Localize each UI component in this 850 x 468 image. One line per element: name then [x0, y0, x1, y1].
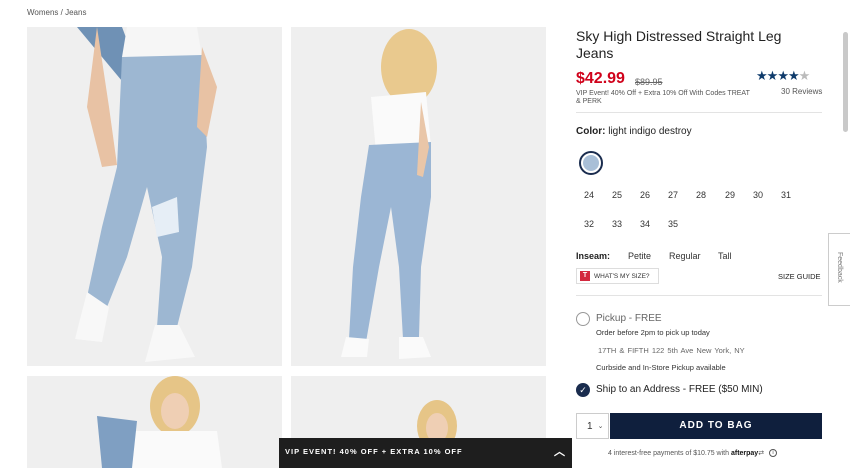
whats-my-size-label: WHAT'S MY SIZE? — [594, 272, 650, 280]
product-image-1[interactable] — [27, 27, 282, 366]
whats-my-size-button[interactable]: T WHAT'S MY SIZE? — [576, 268, 659, 284]
size-option-34[interactable]: 34 — [635, 219, 655, 229]
star-icon: ★ — [787, 68, 800, 83]
size-option-26[interactable]: 26 — [635, 190, 655, 200]
color-swatch-light-indigo[interactable] — [579, 151, 603, 175]
color-label-key: Color: — [576, 126, 606, 137]
product-image-2[interactable] — [291, 27, 546, 366]
breadcrumb-womens[interactable]: Womens — [27, 8, 58, 17]
star-rating[interactable]: ★★★★★ — [756, 68, 811, 84]
chevron-up-icon[interactable]: ︿ — [554, 438, 566, 466]
divider — [576, 112, 822, 113]
size-option-33[interactable]: 33 — [607, 219, 627, 229]
pickup-radio[interactable] — [576, 312, 590, 326]
inseam-regular[interactable]: Regular — [669, 251, 701, 261]
product-title: Sky High Distressed Straight Leg Jeans — [576, 28, 782, 61]
add-to-bag-button[interactable]: ADD TO BAG — [610, 413, 822, 439]
size-option-27[interactable]: 27 — [663, 190, 683, 200]
afterpay-note: 4 interest-free payments of $10.75 with … — [608, 449, 778, 458]
feedback-label: Feedback — [836, 252, 843, 283]
promo-banner[interactable]: VIP EVENT! 40% OFF + EXTRA 10% OFF ︿ — [279, 438, 572, 468]
size-option-35[interactable]: 35 — [663, 219, 683, 229]
size-option-25[interactable]: 25 — [607, 190, 627, 200]
breadcrumb-jeans[interactable]: Jeans — [65, 8, 86, 17]
size-option-32[interactable]: 32 — [579, 219, 599, 229]
feedback-tab[interactable]: Feedback — [828, 233, 850, 306]
ship-radio[interactable]: ✓ — [576, 383, 590, 397]
ship-title[interactable]: Ship to an Address - FREE ($50 MIN) — [596, 384, 763, 395]
pickup-curbside-note: Curbside and In-Store Pickup available — [596, 363, 726, 372]
size-option-30[interactable]: 30 — [748, 190, 768, 200]
color-label: Color: light indigo destroy — [576, 126, 692, 137]
size-option-31[interactable]: 31 — [776, 190, 796, 200]
star-icon: ★ — [777, 68, 789, 83]
afterpay-text: 4 interest-free payments of $10.75 with — [608, 450, 730, 457]
swatch-fill — [583, 155, 599, 171]
original-price: $89.95 — [635, 77, 663, 87]
size-option-28[interactable]: 28 — [691, 190, 711, 200]
afterpay-logo: afterpay — [730, 450, 759, 457]
pickup-store-address[interactable]: 17TH & FIFTH 122 5th Ave New York, NY — [598, 346, 745, 355]
quantity-value: 1 — [587, 420, 593, 432]
divider — [576, 295, 822, 296]
model-jeans-back-image — [291, 27, 546, 366]
info-icon[interactable]: i — [769, 449, 778, 458]
star-icon: ★ — [766, 68, 779, 83]
half-star-icon: ★ — [798, 68, 811, 83]
inseam-petite[interactable]: Petite — [628, 251, 651, 261]
model-denim-jacket-image — [27, 376, 282, 468]
size-option-29[interactable]: 29 — [720, 190, 740, 200]
promo-banner-text: VIP EVENT! 40% OFF + EXTRA 10% OFF — [285, 447, 463, 456]
size-guide-link[interactable]: SIZE GUIDE — [778, 272, 821, 281]
inseam-label: Inseam: — [576, 251, 611, 261]
product-image-3[interactable] — [27, 376, 282, 468]
true-fit-icon: T — [580, 271, 590, 281]
size-option-24[interactable]: 24 — [579, 190, 599, 200]
breadcrumb: Womens / Jeans — [27, 8, 86, 17]
reviews-link[interactable]: 30 Reviews — [781, 87, 822, 96]
afterpay-logo-mark: ⇄ — [758, 450, 765, 457]
promo-text: VIP Event! 40% Off + Extra 10% Off With … — [576, 90, 750, 105]
scrollbar[interactable] — [843, 32, 848, 132]
quantity-select[interactable]: 1 ⌄ — [576, 413, 609, 439]
star-icon: ★ — [756, 68, 768, 83]
pickup-title[interactable]: Pickup - FREE — [596, 313, 662, 324]
color-value: light indigo destroy — [608, 126, 692, 137]
chevron-down-icon: ⌄ — [597, 423, 604, 430]
pickup-subtitle: Order before 2pm to pick up today — [596, 328, 710, 337]
sale-price: $42.99 — [576, 70, 625, 87]
model-jeans-front-image — [27, 27, 282, 366]
checkmark-icon: ✓ — [579, 385, 587, 395]
inseam-tall[interactable]: Tall — [718, 251, 732, 261]
